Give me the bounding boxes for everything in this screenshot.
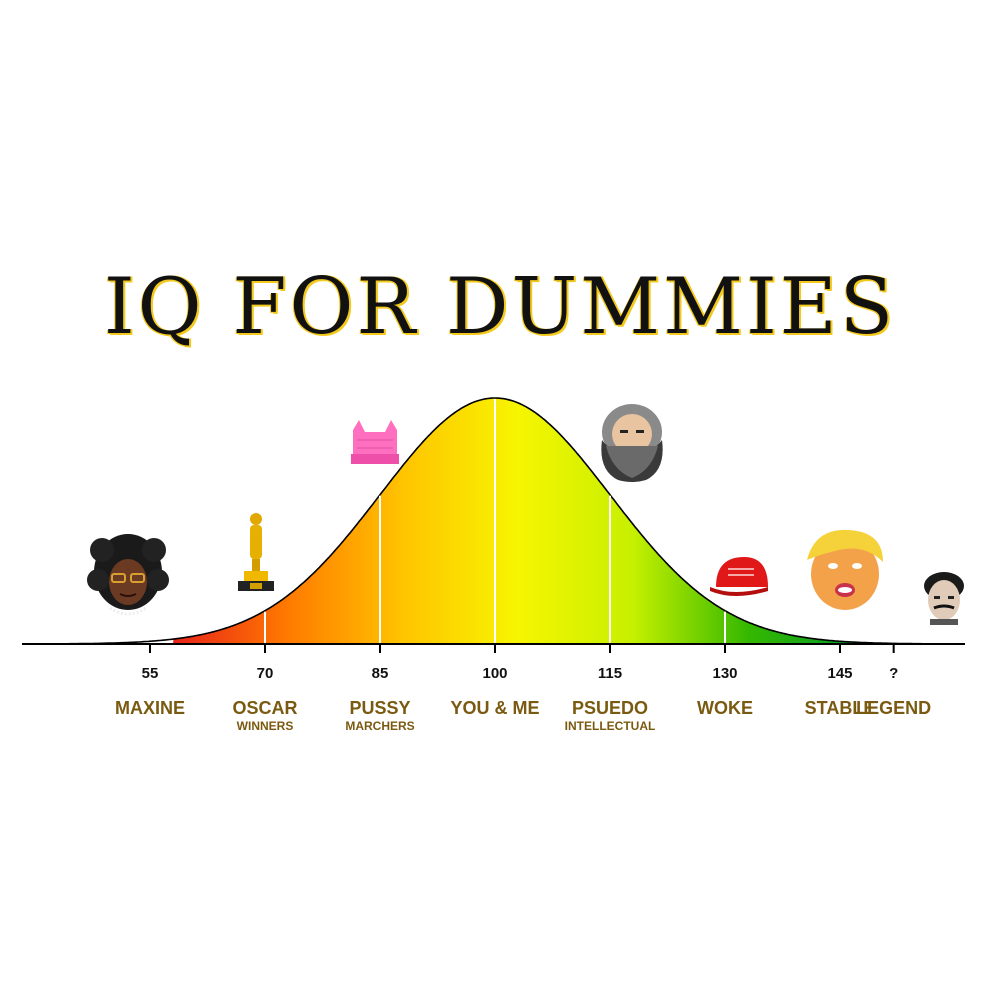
category-label: OSCAR [232, 698, 297, 718]
chart-title: IQ FOR DUMMIES [103, 262, 897, 352]
tick-label: 70 [257, 665, 274, 682]
tick-label: 130 [712, 665, 737, 682]
caricature-woman-icon [87, 534, 169, 616]
mustache-man-icon [924, 572, 964, 625]
tick-label: 100 [482, 665, 507, 682]
bell-curve-chart: 55 MAXINE 70 OSCARWINNERS 85 PUSSYMARCHERS 100… [22, 397, 965, 733]
tick-label: ? [889, 665, 898, 682]
category-sublabel: MARCHERS [345, 719, 414, 733]
axis-labels: 55 MAXINE 70 OSCARWINNERS 85 PUSSYMARCHERS 100… [115, 665, 931, 733]
category-label: PUSSY [349, 698, 410, 718]
tick-label: 55 [142, 665, 159, 682]
category-label: YOU & ME [450, 698, 539, 718]
tick-label: 115 [598, 665, 622, 682]
bearded-man-icon [601, 404, 663, 482]
category-label: PSUEDO [572, 698, 648, 718]
tick-label: 145 [827, 665, 852, 682]
bell-curve-area [173, 398, 863, 644]
red-cap-icon [710, 557, 768, 596]
category-sublabel: INTELLECTUAL [565, 719, 656, 733]
category-label: MAXINE [115, 698, 185, 718]
axis-ticks [149, 644, 895, 653]
tick-label: 85 [372, 665, 389, 682]
category-label: WOKE [697, 698, 753, 718]
category-label: LEGEND [856, 698, 931, 718]
caricature-man-icon [807, 529, 883, 610]
category-sublabel: WINNERS [237, 719, 294, 733]
oscar-statuette-icon [238, 513, 274, 591]
pink-hat-icon [351, 420, 399, 464]
